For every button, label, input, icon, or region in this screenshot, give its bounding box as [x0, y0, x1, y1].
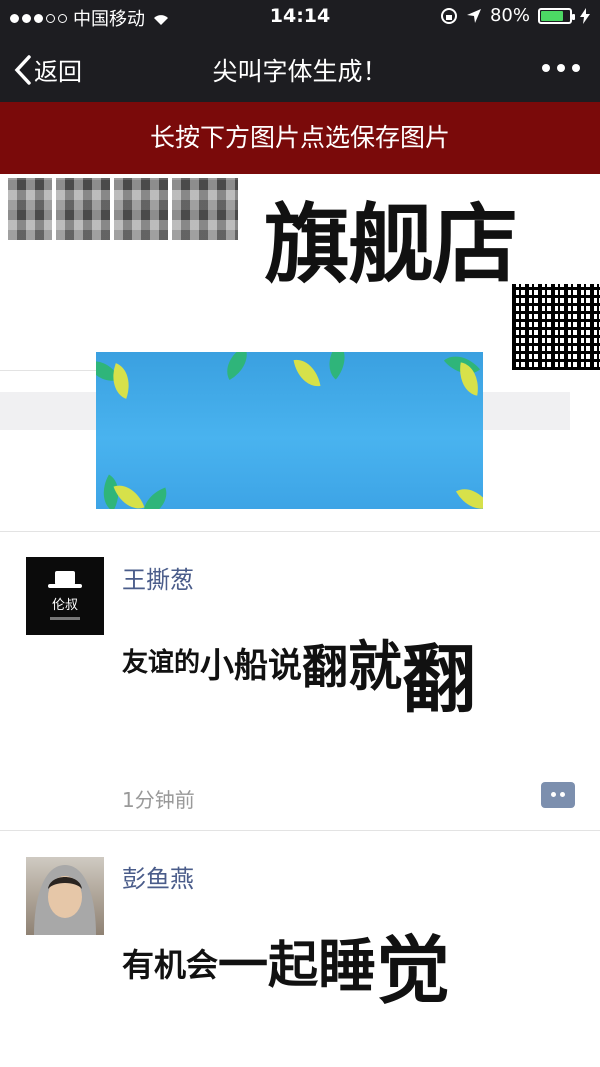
- shop-suffix: 旗舰店: [264, 195, 518, 295]
- shop-suffix-text: 旗舰店: [264, 174, 518, 299]
- location-arrow-icon: [466, 8, 481, 23]
- text-part: 有机会: [122, 946, 219, 984]
- status-right: 80%: [440, 5, 590, 26]
- text-part: 就: [348, 635, 403, 698]
- text-part: 翻: [302, 640, 349, 694]
- page-title: 尖叫字体生成！: [212, 57, 388, 86]
- post-time: 1分钟前: [122, 788, 195, 812]
- post-text: 有机会一起睡觉: [122, 897, 450, 1014]
- person-photo-avatar[interactable]: [26, 857, 104, 935]
- status-bar: 中国移动 14:14 80%: [0, 0, 600, 34]
- username[interactable]: 彭鱼燕: [122, 859, 194, 894]
- text-part: 一起: [218, 936, 319, 994]
- save-hint-banner: 长按下方图片点选保存图片: [0, 102, 600, 174]
- battery-percent: 80%: [489, 5, 530, 26]
- username[interactable]: 王撕葱: [122, 560, 194, 595]
- post-item: 彭鱼燕 有机会一起睡觉: [0, 831, 600, 1067]
- sky-banner-image: [96, 352, 483, 509]
- more-dots-icon[interactable]: [542, 64, 580, 72]
- ghost-hat-avatar[interactable]: 伦叔: [26, 557, 104, 635]
- text-part: 友谊的: [122, 648, 201, 678]
- nav-bar: 返回 尖叫字体生成！: [0, 34, 600, 102]
- battery-icon: [538, 7, 575, 24]
- svg-text:伦叔: 伦叔: [52, 598, 78, 613]
- battery-fill: [541, 10, 563, 21]
- divider-bar-right: [483, 392, 570, 430]
- text-part: 翻: [402, 637, 477, 723]
- text-part: 睡: [318, 932, 377, 1000]
- post-text: 友谊的小船说翻就翻: [122, 594, 476, 723]
- text-part: 小船说: [200, 646, 303, 686]
- blurred-shop-name: [8, 178, 238, 240]
- post-item: 伦叔 王撕葱 友谊的小船说翻就翻 1分钟前: [0, 532, 600, 830]
- rotation-lock-icon: [440, 7, 457, 24]
- comment-icon[interactable]: [541, 782, 575, 808]
- text-part: 觉: [376, 928, 451, 1014]
- charging-bolt-icon: [580, 7, 590, 24]
- divider-bar-left: [0, 392, 96, 430]
- generated-image[interactable]: 旗舰店 伦叔 王撕葱 友谊的小船说翻就翻 1分钟前 彭鱼燕 有机会一起睡觉: [0, 174, 600, 1067]
- qr-code-icon: [512, 284, 600, 370]
